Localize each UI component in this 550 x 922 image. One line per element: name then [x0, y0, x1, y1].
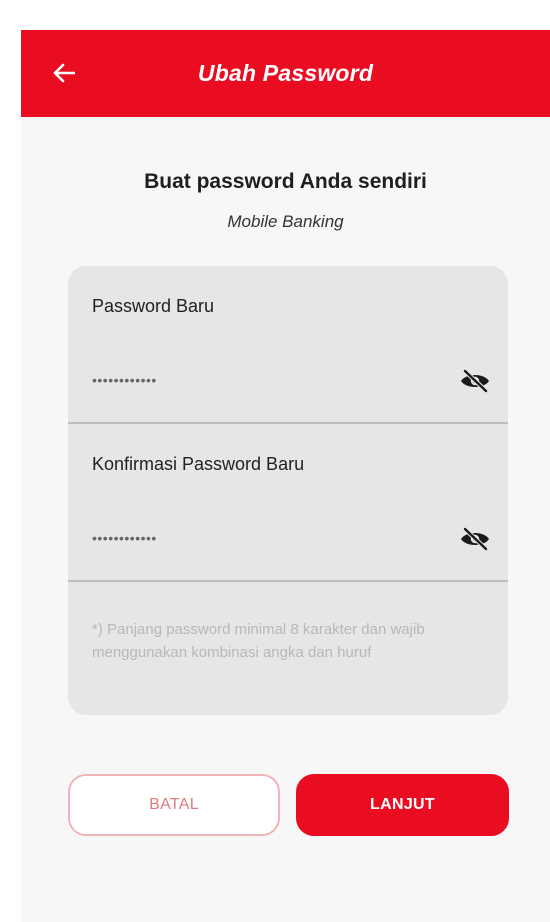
screen: Ubah Password Buat password Anda sendiri… — [0, 0, 550, 922]
new-password-field: Password Baru — [68, 266, 508, 424]
cancel-button[interactable]: BATAL — [68, 774, 280, 836]
new-password-visibility-toggle[interactable] — [458, 367, 492, 395]
new-password-label: Password Baru — [92, 296, 215, 316]
form-subheading: Mobile Banking — [227, 212, 344, 231]
app-screen: Ubah Password Buat password Anda sendiri… — [21, 30, 550, 922]
confirm-password-label: Konfirmasi Password Baru — [92, 454, 305, 474]
form-heading: Buat password Anda sendiri — [144, 170, 427, 193]
confirm-password-field: Konfirmasi Password Baru — [68, 424, 508, 582]
eye-slash-icon — [461, 527, 489, 551]
next-button[interactable]: LANJUT — [296, 774, 509, 836]
eye-slash-icon — [461, 369, 489, 393]
password-card: Password Baru Konfirmasi Password Baru — [68, 266, 508, 715]
app-bar: Ubah Password — [21, 30, 550, 117]
confirm-password-input[interactable] — [92, 524, 432, 552]
password-rules-note: *) Panjang password minimal 8 karakter d… — [92, 621, 425, 661]
page-title: Ubah Password — [197, 60, 374, 86]
new-password-input[interactable] — [92, 366, 432, 394]
confirm-password-visibility-toggle[interactable] — [458, 525, 492, 553]
